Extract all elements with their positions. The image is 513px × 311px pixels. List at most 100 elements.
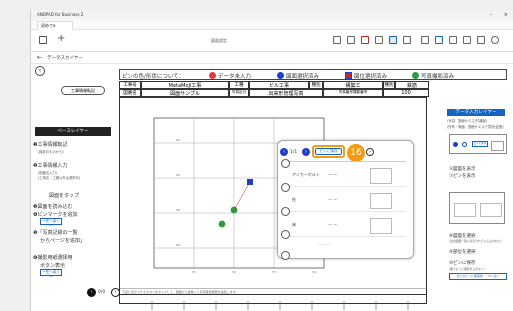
- info-cell[interactable]: 出来形管理写真: [249, 89, 323, 97]
- grid-label: Y3: [272, 270, 276, 274]
- step2-title: ❷工事情報入力: [33, 163, 68, 169]
- add-icon[interactable]: +: [57, 33, 65, 44]
- save-all-button[interactable]: 全てのピンに保存除・・④へ戻く: [449, 273, 507, 280]
- thumb-preview-1: ピンに保存: [449, 134, 507, 154]
- step4-button[interactable]: ー任へ戻くー: [40, 269, 62, 279]
- base-layer-bar: ベースレイヤー: [35, 127, 111, 136]
- list-item-value: ー ー: [328, 222, 338, 227]
- back-arrow-icon[interactable]: ⇤: [37, 54, 42, 61]
- legend-label-3: 図位選択済み: [354, 74, 388, 80]
- thumb-frame: [480, 203, 502, 217]
- app-window: ANDPAD for Business 2 – × 初めてe + 図面設定 ⇤ …: [30, 10, 513, 311]
- info-cell: 工種: [229, 81, 249, 89]
- grid-label: X1: [176, 138, 180, 142]
- next-page-icon[interactable]: ›: [111, 288, 120, 297]
- right-note5: ⑩ピンに保存: [449, 261, 476, 266]
- select-tool-icon[interactable]: [389, 36, 397, 44]
- popup-prev-icon[interactable]: ‹: [280, 148, 288, 156]
- step1-title: ❶工事情報転記: [33, 142, 68, 148]
- info-cell: 工事号: [119, 81, 141, 89]
- legend-heading: ピンの色/形状について：: [122, 74, 185, 80]
- pin-legend: ピンの色/形状について： データ未入力 図面選択済み 図位選択済み 写真撮影済み: [119, 69, 507, 80]
- popup-list: アンカーボルト ー ー 柱 ー ー 床 ー ー ........... ...: [288, 161, 406, 251]
- callout-badge: 16: [347, 144, 365, 162]
- list-item[interactable]: 床 ー ー: [288, 215, 406, 237]
- tap-step2-button[interactable]: ー任へ戻くー: [40, 218, 62, 228]
- lasso-icon[interactable]: [375, 36, 383, 44]
- thumb-frame: [454, 203, 476, 217]
- legend-label-4: 写真撮影済み: [421, 74, 455, 80]
- row-marker[interactable]: [281, 230, 290, 239]
- pen-tool-icon[interactable]: [333, 36, 341, 44]
- tap-title: 図面をタップ: [49, 193, 80, 199]
- popup-pager: 1/1: [290, 150, 298, 155]
- marker-icon[interactable]: [361, 36, 369, 44]
- right-note1: ⑤図面を表示: [449, 167, 476, 172]
- tap-step3b: からページを追加」: [40, 238, 85, 244]
- info-cell[interactable]: ビル工事: [249, 81, 309, 89]
- back-label[interactable]: データスカイヤー: [47, 55, 83, 61]
- info-cell[interactable]: 100: [383, 89, 429, 97]
- home-doc-icon[interactable]: [449, 36, 457, 44]
- right-note3-sub: (近の図面一覧に表示されているものから): [449, 239, 502, 243]
- row-marker[interactable]: [281, 159, 290, 168]
- popup-close-icon[interactable]: ›: [366, 148, 374, 156]
- close-icon[interactable]: ×: [504, 10, 508, 20]
- settings-icon[interactable]: [463, 36, 471, 44]
- list-item-thumb: [370, 168, 392, 184]
- minimize-icon[interactable]: –: [490, 10, 493, 20]
- info-cell[interactable]: 図面サンプル: [141, 89, 229, 97]
- menu-icon[interactable]: [491, 36, 499, 44]
- info-cell[interactable]: 鉄筋: [395, 81, 429, 89]
- info-cell: 図番名: [119, 89, 141, 97]
- list-item[interactable]: アンカーボルト ー ー: [288, 165, 406, 187]
- ruler-icon[interactable]: [403, 36, 411, 44]
- page-indicator: 0/0: [98, 290, 106, 295]
- right-panel: データ入力レイヤー (写真：図面サエス/付通撮) (所有・場面：図面サエスで書別…: [435, 104, 513, 309]
- grid-view-icon[interactable]: [477, 36, 485, 44]
- popup-next-icon[interactable]: ›: [302, 148, 310, 156]
- step4-title-a: ❻撮影用紙選择用: [33, 255, 73, 261]
- document-canvas[interactable]: ‹ ピンの色/形状について： データ未入力 図面選択済み 図位選択済み 写真撮影…: [31, 64, 513, 311]
- list-item-label: アンカーボルト: [292, 172, 320, 177]
- thumb-dot-icon: [453, 142, 458, 147]
- prev-page-icon[interactable]: ‹: [87, 288, 96, 297]
- row-marker[interactable]: [281, 207, 290, 216]
- grid-label: X4: [176, 243, 180, 247]
- popup-footer: ........... ...: [318, 242, 333, 246]
- step1-sub: (撮影のものから): [38, 150, 64, 154]
- step4-title-b: ボタン表示: [40, 263, 66, 269]
- data-layer-header: データ入力レイヤー: [447, 109, 505, 116]
- right-sub1: (写真：図面サエス/付通撮): [447, 119, 487, 123]
- grid-label: X3: [176, 208, 180, 212]
- share-icon[interactable]: [421, 36, 429, 44]
- thumb-frame: [491, 141, 504, 151]
- tab-label: 初めてe: [41, 23, 56, 28]
- desktop-margin: [0, 0, 30, 311]
- bottom-grid: [119, 295, 427, 310]
- popup-save-button[interactable]: ピンに保存: [315, 148, 342, 155]
- row-marker[interactable]: [281, 251, 290, 260]
- list-item[interactable]: 柱 ー ー: [288, 190, 406, 212]
- info-cell: 写真区分: [229, 89, 249, 97]
- left-nav-icon[interactable]: ‹: [35, 66, 45, 76]
- home-icon[interactable]: [39, 36, 47, 44]
- row-marker[interactable]: [281, 183, 290, 192]
- right-sub2: (所有・場面：図面サエスで書別(記載): [447, 125, 504, 129]
- list-item-thumb: [370, 218, 392, 234]
- tap-step2: ❹ピンマークを追加: [33, 212, 78, 218]
- info-cell[interactable]: 構築工: [323, 81, 383, 89]
- legend-label-1: データ未入力: [218, 74, 252, 80]
- legend-green-dot: [412, 72, 419, 79]
- grid-label: Y2: [232, 270, 236, 274]
- document-title: 図面設定: [211, 38, 227, 43]
- tap-step3a: ❺「写真記録の一覧: [33, 230, 78, 236]
- eraser-icon[interactable]: [347, 36, 355, 44]
- layers-icon[interactable]: [435, 36, 443, 44]
- step1-button[interactable]: 工事情報転記: [61, 86, 105, 95]
- tab-document[interactable]: 初めてe: [37, 21, 73, 30]
- grid-label: Y1: [192, 270, 196, 274]
- tap-step1: ❸図面を読み込む: [33, 204, 73, 210]
- info-cell[interactable]: MetaMoJi工事: [141, 81, 229, 89]
- thumb-dot-icon: [462, 142, 467, 147]
